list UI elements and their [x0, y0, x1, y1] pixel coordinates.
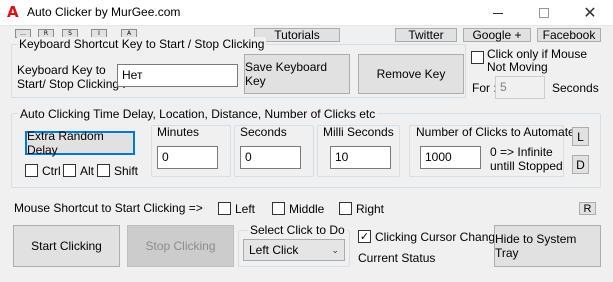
number-of-clicks-input[interactable]: 1000	[420, 146, 481, 169]
alt-checkbox[interactable]	[63, 164, 76, 177]
minutes-input[interactable]: 0	[157, 146, 218, 169]
infinite-note-line2: untill Stopped	[490, 159, 563, 173]
close-button[interactable]: ✕	[567, 0, 613, 26]
tutorials-button[interactable]: Tutorials	[254, 28, 340, 42]
maximize-button[interactable]	[521, 0, 567, 26]
cursor-change-checkbox[interactable]: ✓	[358, 230, 371, 243]
minimize-icon	[493, 12, 503, 14]
minimize-button[interactable]	[475, 0, 521, 26]
alt-label: Alt	[80, 164, 95, 178]
d-button[interactable]: D	[572, 155, 589, 174]
keyboard-shortcut-group-title: Keyboard Shortcut Key to Start / Stop Cl…	[17, 37, 267, 51]
hide-to-system-tray-button[interactable]: Hide to System Tray	[494, 225, 601, 267]
delay-location-group-title: Auto Clicking Time Delay, Location, Dist…	[18, 107, 378, 121]
twitter-button[interactable]: Twitter	[395, 28, 457, 42]
shift-label: Shift	[114, 164, 139, 178]
keyboard-key-label-line2: Start/ Stop Clicking :	[17, 77, 126, 91]
checkmark-icon: ✓	[359, 230, 370, 243]
ctrl-checkbox[interactable]	[25, 164, 38, 177]
mouse-not-moving-label-line1: Click only if Mouse	[487, 47, 588, 61]
mouse-shortcut-label: Mouse Shortcut to Start Clicking =>	[14, 201, 203, 215]
for-label: For :	[472, 81, 497, 95]
infinite-note-line1: 0 => Infinite	[490, 145, 553, 159]
extra-random-delay-button[interactable]: Extra Random Delay	[25, 129, 135, 157]
mouse-left-checkbox[interactable]	[218, 202, 231, 215]
save-keyboard-key-button[interactable]: Save Keyboard Key	[244, 54, 350, 94]
click-type-value: Left Click	[249, 243, 299, 257]
keyboard-key-input[interactable]: Нет	[117, 64, 238, 87]
cursor-change-label: Clicking Cursor Change	[375, 230, 502, 244]
click-type-select[interactable]: Left Click ⌄	[243, 239, 345, 261]
r-button[interactable]: R	[579, 202, 596, 215]
minutes-label: Minutes	[157, 125, 200, 139]
stop-clicking-button[interactable]: Stop Clicking	[127, 225, 234, 267]
mouse-right-label: Right	[356, 202, 385, 216]
ctrl-label: Ctrl	[42, 164, 61, 178]
app-logo-icon: A	[7, 3, 19, 21]
shift-checkbox[interactable]	[97, 164, 110, 177]
facebook-button[interactable]: Facebook	[537, 28, 601, 42]
milli-seconds-input[interactable]: 10	[330, 146, 391, 169]
window-title: Auto Clicker by MurGee.com	[27, 5, 181, 19]
keyboard-key-label-line1: Keyboard Key to	[17, 63, 106, 77]
mouse-left-label: Left	[235, 202, 256, 216]
remove-key-button[interactable]: Remove Key	[358, 54, 464, 94]
milli-seconds-label: Milli Seconds	[323, 125, 394, 139]
mouse-middle-checkbox[interactable]	[272, 202, 285, 215]
l-button[interactable]: L	[572, 127, 589, 146]
google-plus-button[interactable]: Google +	[463, 28, 531, 42]
close-icon: ✕	[583, 3, 597, 22]
select-click-title: Select Click to Do	[248, 223, 347, 237]
mouse-not-moving-checkbox[interactable]	[471, 51, 484, 64]
mouse-not-moving-label-line2: Not Moving	[487, 60, 548, 74]
start-clicking-button[interactable]: Start Clicking	[13, 225, 120, 267]
maximize-icon	[539, 8, 549, 18]
mouse-right-checkbox[interactable]	[339, 202, 352, 215]
seconds-label: Seconds	[240, 125, 287, 139]
seconds-unit-label: Seconds	[552, 81, 599, 95]
mouse-middle-label: Middle	[289, 202, 325, 216]
mouse-not-moving-seconds-input[interactable]: 5	[495, 76, 545, 99]
number-of-clicks-label: Number of Clicks to Automate	[416, 125, 575, 139]
chevron-down-icon: ⌄	[331, 244, 339, 255]
current-status-label: Current Status	[358, 251, 436, 265]
title-bar: A Auto Clicker by MurGee.com ✕	[0, 0, 613, 26]
seconds-input[interactable]: 0	[240, 146, 301, 169]
